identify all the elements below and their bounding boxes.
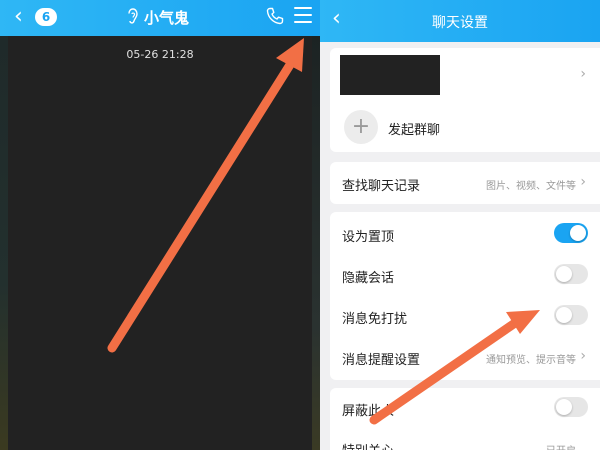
contact-card: › + 发起群聊 — [330, 48, 600, 152]
ear-icon — [128, 8, 138, 24]
block-contact-toggle[interactable] — [554, 397, 588, 417]
search-history-label: 查找聊天记录 — [342, 179, 421, 194]
hide-chat-toggle[interactable] — [554, 264, 588, 284]
special-care-label[interactable]: 特别关心 — [342, 440, 394, 450]
chat-options-card: 设为置顶 隐藏会话 消息免打扰 消息提醒设置 通知预览、提示音等 › — [330, 212, 600, 380]
back-icon[interactable]: ‹ — [14, 5, 23, 29]
search-history-row[interactable]: 查找聊天记录 图片、视频、文件等 › — [330, 162, 600, 204]
contact-options-card: 屏蔽此人 特别关心 已开启 — [330, 388, 600, 450]
chat-header: ‹ 6 小气鬼 — [0, 0, 320, 36]
message-timestamp: 05-26 21:28 — [126, 48, 194, 61]
unread-badge: 6 — [35, 8, 57, 26]
start-group-chat-button[interactable]: 发起群聊 — [388, 119, 440, 138]
chat-title: 小气鬼 — [144, 9, 190, 27]
background-strip — [0, 36, 8, 450]
menu-icon[interactable] — [294, 7, 312, 25]
notification-settings-value: 通知预览、提示音等 — [486, 355, 576, 366]
chat-settings-screen: ‹ 聊天设置 › + 发起群聊 查找聊天记录 图片、视频、文件等 › 设为置顶 … — [320, 0, 600, 450]
do-not-disturb-label: 消息免打扰 — [342, 312, 408, 327]
chat-screen: ‹ 6 小气鬼 05-26 21:28 — [0, 0, 320, 450]
chevron-right-icon: › — [580, 348, 586, 364]
contact-profile[interactable] — [340, 55, 440, 95]
special-care-value: 已开启 — [546, 442, 576, 450]
phone-icon[interactable] — [266, 7, 284, 25]
chevron-right-icon[interactable]: › — [580, 66, 586, 82]
chevron-right-icon: › — [580, 174, 586, 190]
search-history-value: 图片、视频、文件等 — [486, 181, 576, 192]
background-strip — [312, 36, 320, 450]
pin-chat-label: 设为置顶 — [342, 230, 395, 245]
pin-chat-toggle[interactable] — [554, 223, 588, 243]
block-contact-label: 屏蔽此人 — [342, 404, 395, 419]
settings-header: ‹ 聊天设置 — [320, 0, 600, 42]
do-not-disturb-toggle[interactable] — [554, 305, 588, 325]
settings-title: 聊天设置 — [432, 15, 488, 31]
plus-icon[interactable]: + — [344, 110, 378, 144]
hide-chat-label: 隐藏会话 — [342, 271, 395, 286]
notification-settings-label[interactable]: 消息提醒设置 — [342, 349, 420, 368]
